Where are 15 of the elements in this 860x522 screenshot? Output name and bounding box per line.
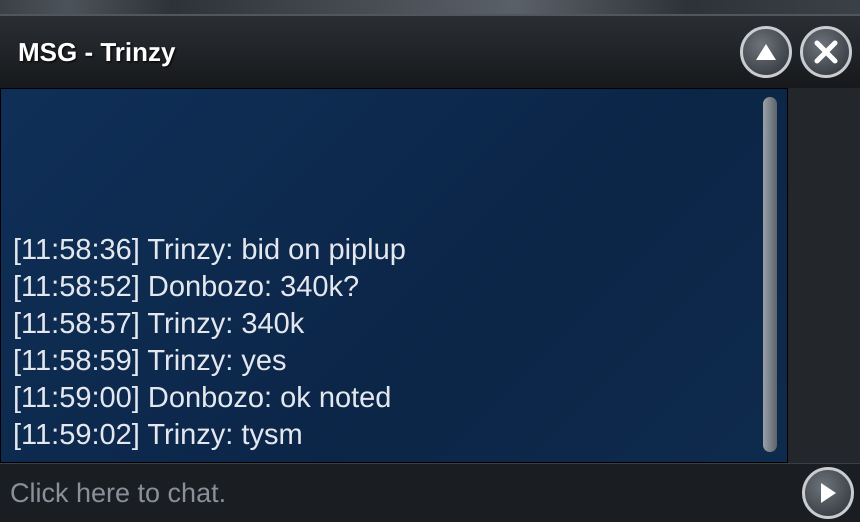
close-icon [813,39,839,65]
scrollbar-thumb[interactable] [763,97,777,452]
chat-message: [11:59:00] Donbozo: ok noted [13,381,392,416]
up-triangle-icon [754,42,778,62]
chat-message: [11:58:52] Donbozo: 340k? [13,270,360,305]
window-title: MSG - Trinzy [18,36,176,68]
send-button[interactable] [802,467,854,519]
chat-message: [11:58:57] Trinzy: 340k [13,307,306,342]
play-icon [818,481,838,505]
minimize-button[interactable] [740,26,792,78]
chat-message: [11:59:02] Trinzy: tysm [13,418,304,453]
chat-message: [11:58:59] Trinzy: yes [13,344,288,379]
chat-input[interactable]: Click here to chat. [0,464,802,522]
chat-message: [11:58:36] Trinzy: bid on piplup [13,233,407,268]
close-button[interactable] [800,26,852,78]
